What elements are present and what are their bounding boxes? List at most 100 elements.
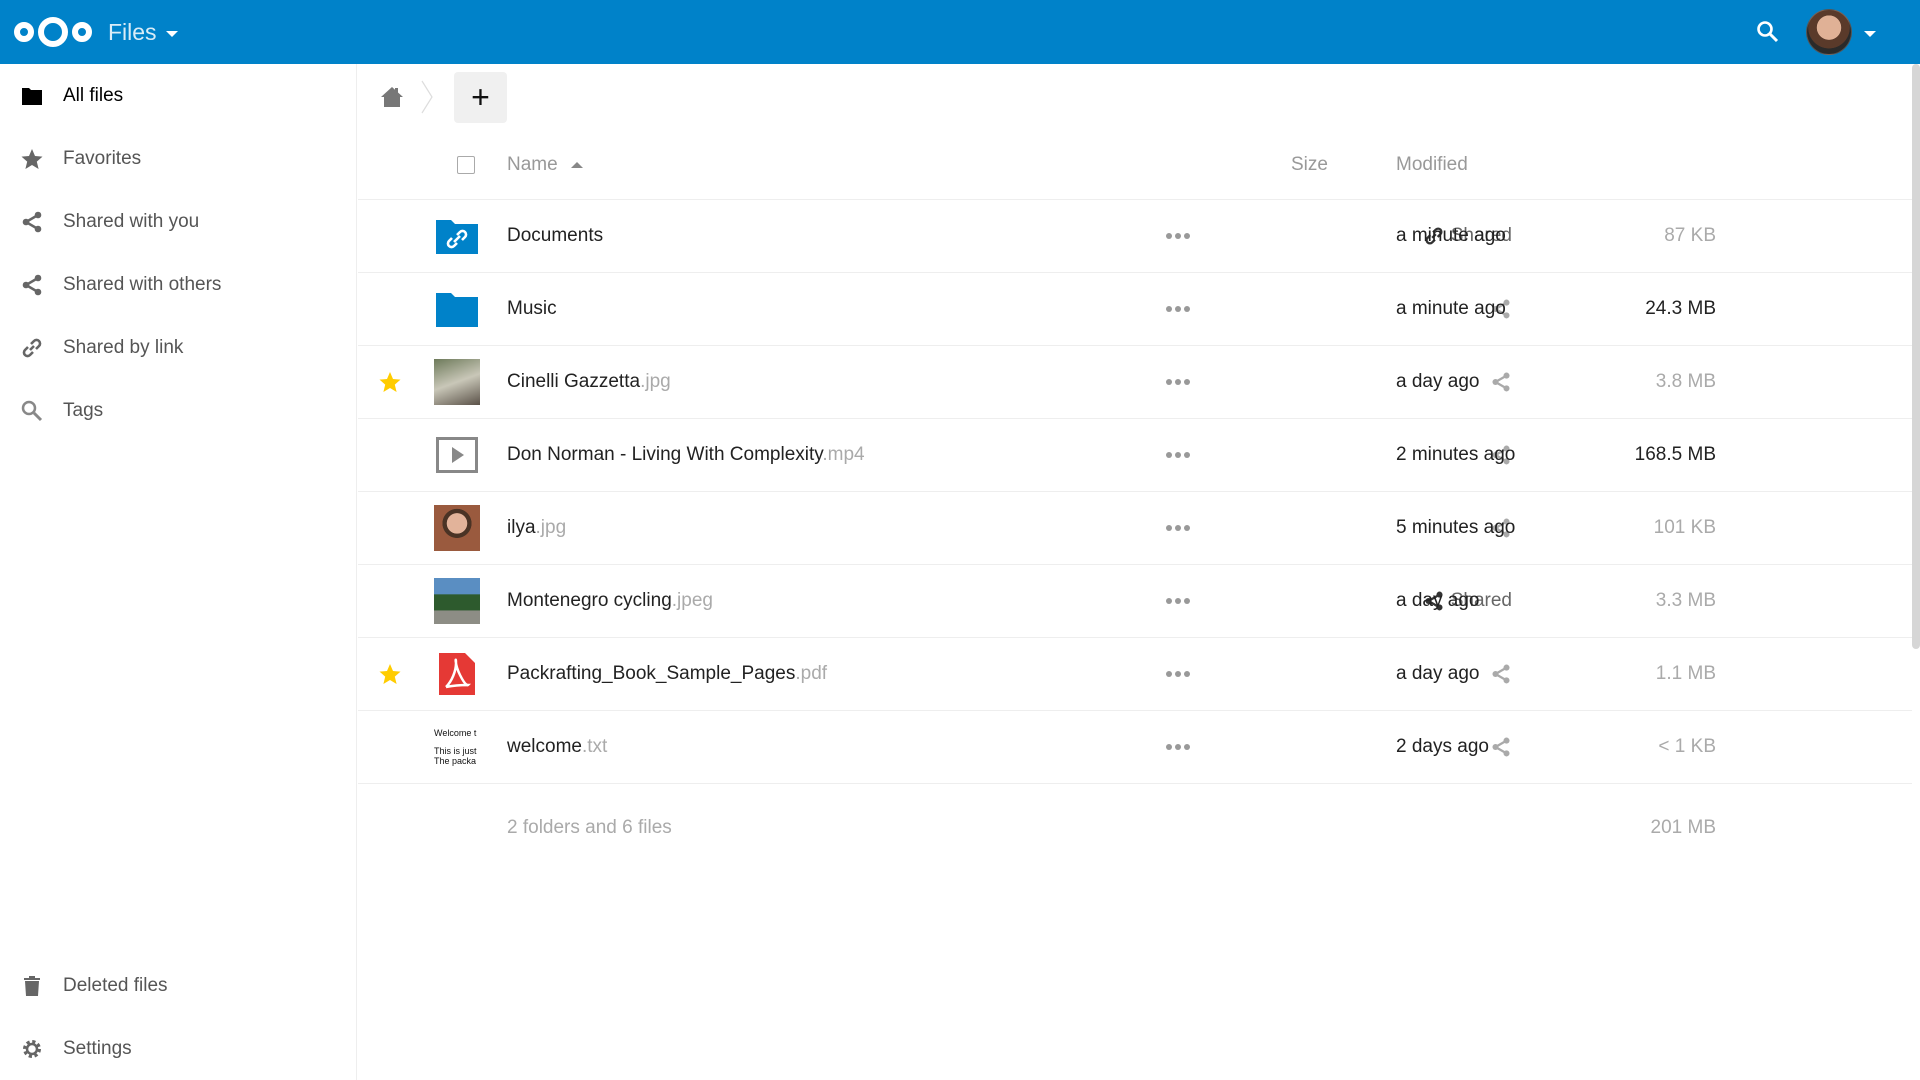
sidebar: All files Favorites Shared with you Shared … (0, 64, 357, 1080)
name-column-header: Name (507, 153, 558, 175)
table-row[interactable]: Packrafting_Book_Sample_Pages.pdf 1.1 MB… (358, 638, 1912, 711)
modified-time: a minute ago (1396, 298, 1506, 319)
share-button[interactable] (1490, 663, 1512, 685)
file-list-area: + Name Size Modified Documents Shared 87… (358, 64, 1912, 1080)
more-actions-icon[interactable] (1166, 598, 1190, 606)
more-actions-icon[interactable] (1166, 525, 1190, 533)
breadcrumb-separator (421, 80, 433, 114)
file-name[interactable]: welcome.txt (507, 736, 607, 758)
tag-search-icon (21, 400, 43, 421)
sidebar-item-label: Shared by link (63, 336, 184, 358)
image-thumbnail (434, 505, 480, 551)
text-preview: Welcome t This is just The packa (434, 728, 477, 766)
caret-down-icon (165, 30, 178, 37)
file-thumbnail[interactable] (434, 286, 480, 332)
pdf-file-icon (439, 653, 475, 695)
table-row[interactable]: Welcome t This is just The packa welcome.t… (358, 711, 1912, 784)
modified-time: a minute ago (1396, 225, 1506, 246)
modified-time: a day ago (1396, 590, 1480, 611)
file-size: 3.8 MB (1655, 371, 1716, 392)
table-row[interactable]: ilya.jpg 101 KB 5 minutes ago (358, 492, 1912, 565)
more-actions-icon[interactable] (1166, 379, 1190, 387)
trash-icon (24, 975, 40, 996)
app-name: Files (108, 18, 157, 45)
file-size: 87 KB (1664, 225, 1716, 246)
file-size: 168.5 MB (1634, 444, 1716, 465)
modified-time: a day ago (1396, 371, 1480, 392)
sidebar-item-shared-with-you[interactable]: Shared with you (0, 190, 356, 253)
caret-down-icon[interactable] (1864, 31, 1876, 37)
table-row[interactable]: Cinelli Gazzetta.jpg 3.8 MB a day ago (358, 346, 1912, 419)
app-menu[interactable]: Files (108, 19, 178, 46)
file-thumbnail[interactable] (434, 578, 480, 624)
file-thumbnail[interactable] (434, 651, 480, 697)
file-name[interactable]: Montenegro cycling.jpeg (507, 590, 713, 612)
file-thumbnail[interactable] (434, 432, 480, 478)
user-avatar[interactable] (1806, 9, 1852, 55)
sort-by-size[interactable]: Size (1291, 154, 1328, 176)
select-all-checkbox[interactable] (457, 155, 475, 174)
more-actions-icon[interactable] (1166, 452, 1190, 460)
sidebar-item-label: Shared with you (63, 210, 200, 232)
file-extension: .jpeg (671, 590, 713, 611)
table-row[interactable]: Documents Shared 87 KB a minute ago (358, 200, 1912, 273)
sidebar-item-label: Deleted files (63, 974, 168, 996)
file-thumbnail[interactable] (434, 359, 480, 405)
share-icon (22, 274, 42, 295)
video-file-icon (436, 437, 478, 473)
file-thumbnail[interactable] (434, 213, 480, 259)
file-thumbnail[interactable] (434, 505, 480, 551)
file-name[interactable]: Packrafting_Book_Sample_Pages.pdf (507, 663, 827, 685)
folder-icon (436, 293, 478, 327)
file-name[interactable]: Don Norman - Living With Complexity.mp4 (507, 444, 865, 466)
sort-by-modified[interactable]: Modified (1396, 154, 1468, 176)
sidebar-item-tags[interactable]: Tags (0, 379, 356, 442)
share-icon (1492, 737, 1510, 757)
nextcloud-logo[interactable] (12, 12, 94, 52)
file-extension: .jpg (640, 371, 671, 392)
sidebar-item-all-files[interactable]: All files (0, 64, 356, 127)
header-bar: Files (0, 0, 1920, 64)
file-count: 2 folders and 6 files (507, 817, 672, 838)
more-actions-icon[interactable] (1166, 306, 1190, 314)
share-button[interactable] (1490, 371, 1512, 393)
table-row[interactable]: Music 24.3 MB a minute ago (358, 273, 1912, 346)
folder-icon (22, 87, 42, 105)
file-name[interactable]: Cinelli Gazzetta.jpg (507, 371, 671, 393)
summary-row: 2 folders and 6 files 201 MB (358, 784, 1912, 872)
modified-time: 5 minutes ago (1396, 517, 1516, 538)
table-header: Name Size Modified (358, 130, 1912, 200)
new-button[interactable]: + (454, 71, 507, 123)
sort-ascending-icon (570, 161, 583, 168)
table-row[interactable]: Montenegro cycling.jpeg Shared 3.3 MB a … (358, 565, 1912, 638)
more-actions-icon[interactable] (1166, 671, 1190, 679)
gear-icon (23, 1039, 41, 1058)
file-name[interactable]: Music (507, 298, 557, 320)
share-button[interactable] (1490, 736, 1512, 758)
more-actions-icon[interactable] (1166, 233, 1190, 241)
sidebar-item-settings[interactable]: Settings (0, 1017, 356, 1080)
sidebar-item-label: Shared with others (63, 273, 222, 295)
file-extension: .jpg (535, 517, 567, 538)
sidebar-item-shared-with-others[interactable]: Shared with others (0, 253, 356, 316)
sort-by-name[interactable]: Name (507, 154, 583, 176)
file-name[interactable]: Documents (507, 225, 603, 247)
sidebar-item-deleted-files[interactable]: Deleted files (0, 954, 356, 1017)
file-size: < 1 KB (1658, 736, 1716, 757)
file-size: 1.1 MB (1655, 663, 1716, 684)
file-extension: .txt (581, 736, 608, 757)
file-name[interactable]: ilya.jpg (507, 517, 566, 539)
sidebar-item-label: Tags (63, 399, 104, 421)
sidebar-item-favorites[interactable]: Favorites (0, 127, 356, 190)
search-icon[interactable] (1756, 20, 1780, 44)
favorite-star-icon[interactable] (378, 370, 402, 394)
table-row[interactable]: Don Norman - Living With Complexity.mp4 … (358, 419, 1912, 492)
home-icon[interactable] (380, 85, 404, 109)
sidebar-item-shared-by-link[interactable]: Shared by link (0, 316, 356, 379)
shared-folder-icon (436, 220, 478, 254)
file-thumbnail[interactable]: Welcome t This is just The packa (434, 724, 480, 770)
share-icon (22, 211, 42, 232)
favorite-star-icon[interactable] (378, 662, 402, 686)
scrollbar[interactable] (1912, 64, 1920, 649)
more-actions-icon[interactable] (1166, 744, 1190, 752)
